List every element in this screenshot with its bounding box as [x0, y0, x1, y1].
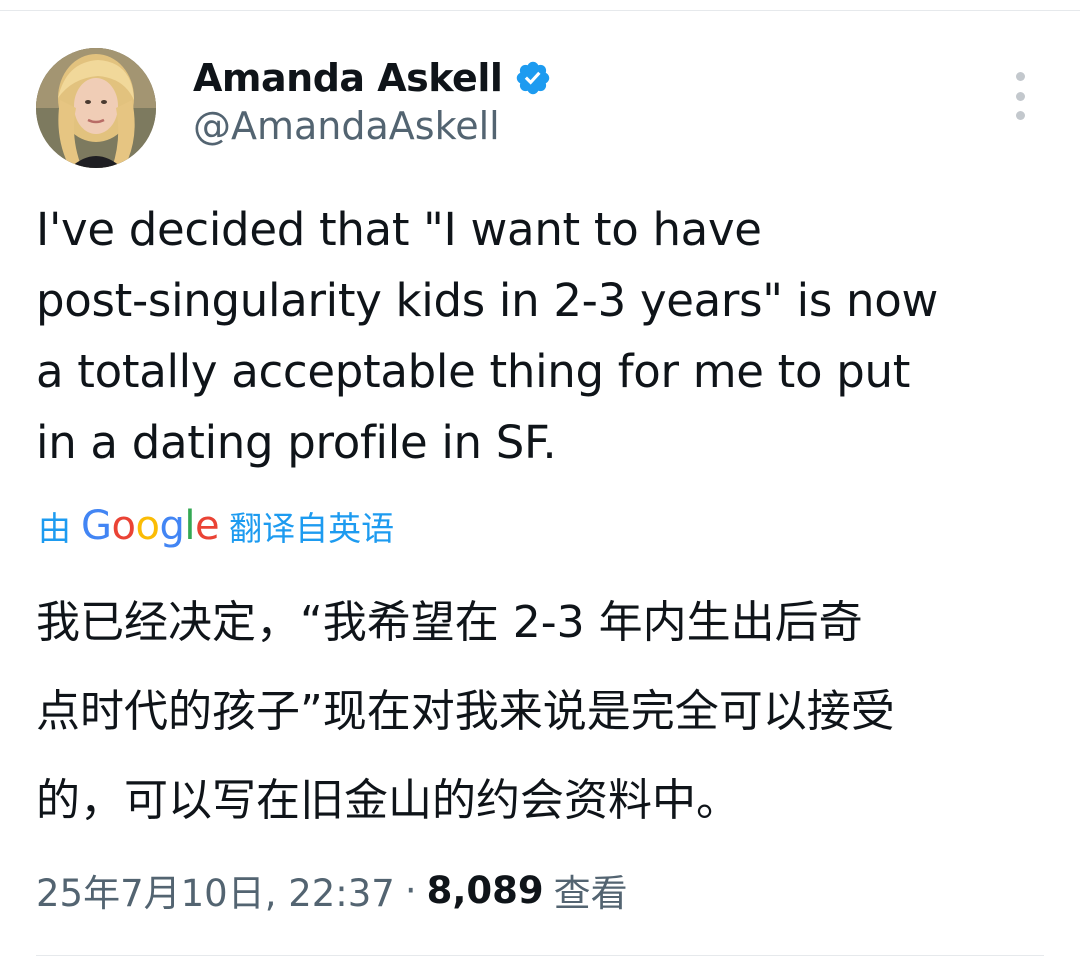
- meta-separator: ·: [404, 868, 417, 912]
- translated-text-line: 的，可以写在旧金山的约会资料中。: [36, 775, 740, 826]
- more-dot: [1015, 72, 1025, 81]
- view-count: 8,089: [426, 868, 544, 912]
- tweet-text-line: in a dating profile in SF.: [36, 416, 557, 469]
- more-options-icon[interactable]: [1004, 72, 1036, 120]
- profile-photo-icon: [36, 48, 156, 168]
- bottom-divider: [36, 955, 1044, 956]
- google-logo-letter: o: [111, 503, 136, 549]
- google-logo: Google: [81, 503, 220, 549]
- author-name-row: Amanda Askell: [193, 50, 552, 106]
- tweet-meta: 25年7月10日, 22:37 · 8,089 查看: [36, 862, 628, 918]
- tweet-text-line: post-singularity kids in 2-3 years" is n…: [36, 274, 938, 327]
- translation-prefix: 由: [38, 509, 71, 548]
- views-label: 查看: [553, 872, 628, 915]
- tweet-card: Amanda Askell @AmandaAskell I've decided…: [0, 0, 1080, 970]
- google-logo-letter: e: [194, 503, 220, 549]
- author-avatar[interactable]: [36, 48, 156, 168]
- tweet-text: I've decided that "I want to have post-s…: [36, 194, 1056, 478]
- google-logo-letter: g: [159, 503, 185, 549]
- translated-text: 我已经决定，“我希望在 2-3 年内生出后奇 点时代的孩子”现在对我来说是完全可…: [36, 578, 1056, 845]
- tweet-timestamp[interactable]: 25年7月10日, 22:37: [36, 863, 395, 917]
- author-display-name[interactable]: Amanda Askell: [193, 56, 503, 100]
- google-logo-letter: G: [81, 503, 112, 549]
- translation-source-label: 翻译自英语: [229, 509, 395, 548]
- verified-badge-icon[interactable]: [514, 59, 552, 97]
- translation-attribution-link[interactable]: 由 Google 翻译自英语: [38, 500, 394, 552]
- translated-text-line: 我已经决定，“我希望在 2-3 年内生出后奇: [36, 597, 863, 648]
- more-dot: [1015, 91, 1025, 101]
- author-handle[interactable]: @AmandaAskell: [193, 104, 500, 148]
- google-logo-letter: o: [135, 503, 160, 549]
- tweet-text-line: a totally acceptable thing for me to put: [36, 345, 911, 398]
- tweet-text-line: I've decided that "I want to have: [36, 203, 762, 256]
- more-dot: [1015, 111, 1025, 120]
- google-logo-letter: l: [184, 503, 195, 549]
- translated-text-line: 点时代的孩子”现在对我来说是完全可以接受: [36, 686, 895, 737]
